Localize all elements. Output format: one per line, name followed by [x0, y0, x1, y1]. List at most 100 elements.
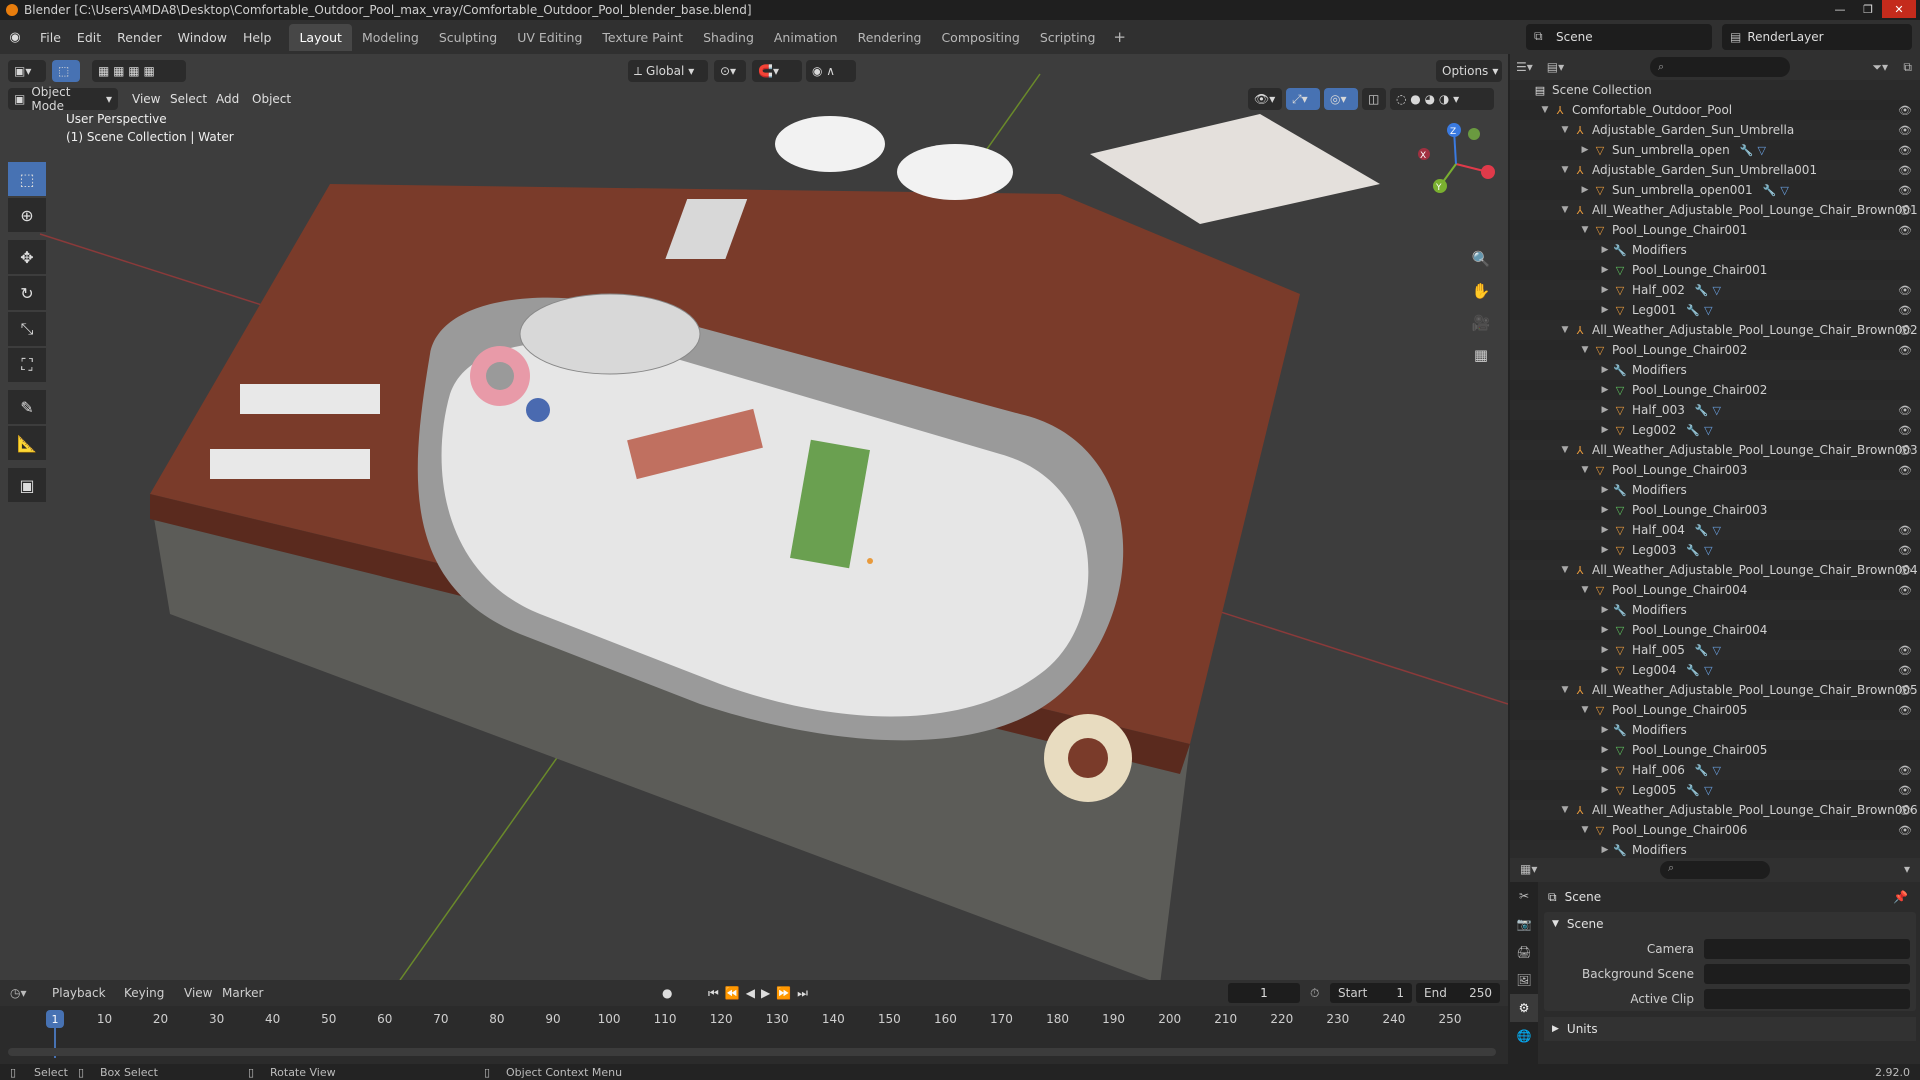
expand-arrow-icon[interactable]: ▶	[1598, 785, 1612, 795]
visibility-eye-icon[interactable]: 👁	[1898, 524, 1912, 537]
move-tool-icon[interactable]: ✥	[8, 240, 46, 274]
camera-view-icon[interactable]: 🎥	[1466, 308, 1496, 338]
add-cube-tool-icon[interactable]: ▣	[8, 468, 46, 502]
modifier-wrench-icon[interactable]: 🔧▽	[1686, 304, 1716, 317]
viewport-menu-view[interactable]: View	[132, 92, 160, 106]
renderlayer-selector[interactable]: ▤ RenderLayer	[1722, 24, 1912, 50]
outliner-row[interactable]: ▶ 🔧 Modifiers	[1510, 360, 1920, 380]
outliner-row[interactable]: ▶ ▽ Pool_Lounge_Chair002	[1510, 380, 1920, 400]
outliner-row[interactable]: ▼ ⅄ All_Weather_Adjustable_Pool_Lounge_Cha…	[1510, 440, 1920, 460]
expand-arrow-icon[interactable]: ▶	[1598, 745, 1612, 755]
modifier-wrench-icon[interactable]: 🔧▽	[1695, 404, 1725, 417]
visibility-eye-icon[interactable]: 👁	[1898, 804, 1912, 817]
expand-arrow-icon[interactable]: ▼	[1558, 125, 1572, 135]
expand-arrow-icon[interactable]: ▼	[1538, 105, 1552, 115]
outliner-row[interactable]: ▶ ▽ Sun_umbrella_open001 🔧▽ 👁	[1510, 180, 1920, 200]
transform-orientation[interactable]: ⟂ Global ▾	[628, 60, 708, 82]
pivot-button[interactable]: ⊙▾	[714, 60, 746, 82]
outliner-row[interactable]: ▼ ⅄ All_Weather_Adjustable_Pool_Lounge_Cha…	[1510, 320, 1920, 340]
expand-arrow-icon[interactable]: ▶	[1598, 505, 1612, 515]
expand-arrow-icon[interactable]: ▼	[1558, 805, 1572, 815]
scale-tool-icon[interactable]: ⤡	[8, 312, 46, 346]
expand-arrow-icon[interactable]: ▶	[1598, 525, 1612, 535]
outliner-row[interactable]: ▶ ▽ Pool_Lounge_Chair003	[1510, 500, 1920, 520]
tab-uv-editing[interactable]: UV Editing	[507, 24, 592, 51]
timeline-menu-marker[interactable]: Marker	[222, 986, 263, 1000]
outliner-editor-icon[interactable]: ☰▾	[1516, 60, 1533, 74]
visibility-eye-icon[interactable]: 👁	[1898, 124, 1912, 137]
expand-arrow-icon[interactable]: ▶	[1598, 725, 1612, 735]
tab-scripting[interactable]: Scripting	[1030, 24, 1106, 51]
expand-arrow-icon[interactable]: ▶	[1598, 645, 1612, 655]
outliner-row[interactable]: ▶ ▽ Half_003 🔧▽ 👁	[1510, 400, 1920, 420]
modifier-wrench-icon[interactable]: 🔧▽	[1686, 424, 1716, 437]
modifier-wrench-icon[interactable]: 🔧▽	[1686, 544, 1716, 557]
shading-modes[interactable]: ◌ ● ◕ ◑ ▾	[1390, 88, 1494, 110]
view-layer-tab-icon[interactable]: 🖼	[1510, 966, 1538, 994]
outliner-row[interactable]: ▼ ▽ Pool_Lounge_Chair001 👁	[1510, 220, 1920, 240]
properties-search-input[interactable]: ⌕	[1660, 861, 1770, 879]
pan-hand-icon[interactable]: ✋	[1466, 276, 1496, 306]
scene-render[interactable]	[0, 54, 1508, 980]
3d-viewport[interactable]: ▣▾ ⬚ ▦ ▦ ▦ ▦ ⟂ Global ▾ ⊙▾ 🧲▾ ◉ ∧ Option…	[0, 54, 1508, 980]
visibility-eye-icon[interactable]: 👁	[1898, 444, 1912, 457]
expand-arrow-icon[interactable]: ▼	[1558, 565, 1572, 575]
timeline-menu-view[interactable]: View	[184, 986, 212, 1000]
render-tab-icon[interactable]: 📷	[1510, 910, 1538, 938]
outliner-row[interactable]: ▶ ▽ Leg001 🔧▽ 👁	[1510, 300, 1920, 320]
active-clip-input[interactable]	[1704, 988, 1910, 1009]
visibility-eye-icon[interactable]: 👁	[1898, 664, 1912, 677]
modifier-wrench-icon[interactable]: 🔧▽	[1695, 764, 1725, 777]
preview-range-icon[interactable]: ⏱	[1310, 986, 1319, 1001]
visibility-eye-icon[interactable]: 👁	[1898, 584, 1912, 597]
timeline-menu-keying[interactable]: Keying	[124, 986, 164, 1000]
outliner-row[interactable]: ▶ 🔧 Modifiers	[1510, 240, 1920, 260]
expand-arrow-icon[interactable]: ▶	[1598, 545, 1612, 555]
visibility-eye-icon[interactable]: 👁	[1898, 684, 1912, 697]
display-mode-icon[interactable]: ▤▾	[1547, 60, 1564, 74]
maximize-button[interactable]: ❐	[1854, 0, 1882, 18]
pin-icon[interactable]: 📌	[1893, 890, 1908, 904]
expand-arrow-icon[interactable]: ▶	[1598, 265, 1612, 275]
select-box-tool-icon[interactable]: ⬚	[8, 162, 46, 196]
expand-arrow-icon[interactable]: ▼	[1578, 345, 1592, 355]
ortho-grid-icon[interactable]: ▦	[1466, 340, 1496, 370]
expand-arrow-icon[interactable]: ▼	[1578, 705, 1592, 715]
expand-arrow-icon[interactable]: ▶	[1598, 405, 1612, 415]
blender-menu-icon[interactable]: ◉	[6, 28, 24, 46]
outliner-row[interactable]: ▶ ▽ Pool_Lounge_Chair004	[1510, 620, 1920, 640]
outliner-row[interactable]: ▶ ▽ Half_006 🔧▽ 👁	[1510, 760, 1920, 780]
outliner-row[interactable]: ▶ ▽ Sun_umbrella_open 🔧▽ 👁	[1510, 140, 1920, 160]
outliner-row[interactable]: ▶ ▽ Pool_Lounge_Chair005	[1510, 740, 1920, 760]
background-scene-input[interactable]	[1704, 963, 1910, 984]
expand-arrow-icon[interactable]: ▶	[1598, 765, 1612, 775]
expand-arrow-icon[interactable]: ▶	[1578, 145, 1592, 155]
expand-arrow-icon[interactable]: ▶	[1598, 285, 1612, 295]
units-panel-header[interactable]: ▶ Units	[1544, 1017, 1916, 1041]
outliner-row[interactable]: ▼ ⅄ All_Weather_Adjustable_Pool_Lounge_Cha…	[1510, 680, 1920, 700]
visibility-eye-icon[interactable]: 👁	[1898, 764, 1912, 777]
transform-tool-icon[interactable]: ⛶	[8, 348, 46, 382]
menu-edit[interactable]: Edit	[69, 30, 109, 45]
visibility-eye-icon[interactable]: 👁	[1898, 224, 1912, 237]
expand-arrow-icon[interactable]: ▼	[1578, 585, 1592, 595]
modifier-wrench-icon[interactable]: 🔧▽	[1686, 784, 1716, 797]
tab-compositing[interactable]: Compositing	[931, 24, 1029, 51]
viewport-menu-select[interactable]: Select	[170, 92, 207, 106]
menu-file[interactable]: File	[32, 30, 69, 45]
expand-arrow-icon[interactable]: ▶	[1598, 625, 1612, 635]
expand-arrow-icon[interactable]: ▶	[1598, 385, 1612, 395]
tab-rendering[interactable]: Rendering	[848, 24, 932, 51]
timeline-ruler[interactable]: 1102030405060708090100110120130140150160…	[0, 1010, 1508, 1032]
expand-arrow-icon[interactable]: ▶	[1598, 845, 1612, 855]
modifier-wrench-icon[interactable]: 🔧▽	[1695, 644, 1725, 657]
expand-arrow-icon[interactable]: ▼	[1558, 325, 1572, 335]
options-dropdown[interactable]: Options ▾	[1436, 60, 1502, 82]
timeline-menu-playback[interactable]: Playback	[52, 986, 106, 1000]
expand-arrow-icon[interactable]: ▶	[1578, 185, 1592, 195]
expand-arrow-icon[interactable]: ▶	[1598, 245, 1612, 255]
outliner-row[interactable]: ▶ ▽ Leg002 🔧▽ 👁	[1510, 420, 1920, 440]
outliner-row[interactable]: ▶ ▽ Leg004 🔧▽ 👁	[1510, 660, 1920, 680]
add-workspace-button[interactable]: +	[1105, 24, 1134, 51]
outliner-row[interactable]: ▼ ▽ Pool_Lounge_Chair002 👁	[1510, 340, 1920, 360]
